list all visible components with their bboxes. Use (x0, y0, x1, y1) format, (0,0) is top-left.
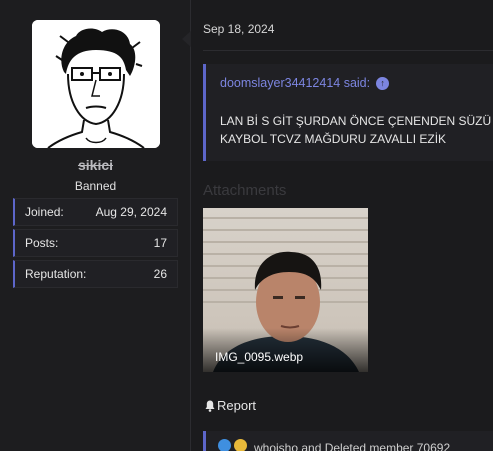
quote-line: KAYBOL TCVZ MAĞDURU ZAVALLI EZİK (220, 132, 447, 146)
post-content: Sep 18, 2024 doomslayer34412414 said: ↑ … (191, 0, 493, 451)
quote-author[interactable]: doomslayer34412414 said: (220, 76, 370, 90)
reactions-bar: whoisho and Deleted member 70692 (203, 431, 493, 451)
stat-label: Posts: (25, 236, 59, 250)
like-reaction-icon (218, 439, 231, 451)
stat-label: Reputation: (25, 267, 87, 281)
user-title: Banned (74, 179, 117, 193)
attachment-thumbnail[interactable]: IMG_0095.webp (203, 208, 368, 372)
stat-label: Joined: (25, 205, 64, 219)
post-header-divider (203, 50, 493, 51)
report-label[interactable]: Report (217, 398, 256, 413)
stat-value: 26 (153, 267, 167, 281)
attachment-filename[interactable]: IMG_0095.webp (215, 350, 303, 364)
stat-reputation: Reputation: 26 (13, 260, 178, 288)
report-link[interactable]: Report (205, 398, 256, 413)
photo-image (203, 208, 368, 372)
stat-value: 17 (153, 236, 167, 250)
quote-header[interactable]: doomslayer34412414 said: ↑ (220, 76, 390, 90)
avatar[interactable] (32, 20, 160, 148)
stat-posts: Posts: 17 (13, 229, 178, 257)
reaction-icons[interactable] (218, 439, 247, 451)
quote-text: LAN Bİ S GİT ŞURDAN ÖNCE ÇENENDEN SÜZÜL … (220, 112, 492, 148)
post-date[interactable]: Sep 18, 2024 (203, 22, 274, 36)
stat-value: Aug 29, 2024 (95, 205, 167, 219)
user-sidebar: sikici Banned Joined: Aug 29, 2024 Posts… (0, 0, 191, 451)
arrow-up-icon[interactable]: ↑ (376, 76, 390, 90)
bell-icon (205, 400, 215, 412)
reaction-users[interactable]: whoisho and Deleted member 70692 (254, 441, 450, 451)
quote-line: LAN Bİ S GİT ŞURDAN ÖNCE ÇENENDEN SÜZÜL (220, 114, 492, 128)
attachments-heading: Attachments (203, 182, 287, 199)
quote-block: doomslayer34412414 said: ↑ LAN Bİ S GİT … (203, 64, 493, 161)
wow-reaction-icon (234, 439, 247, 451)
username[interactable]: sikici (0, 157, 191, 173)
stat-joined: Joined: Aug 29, 2024 (13, 198, 178, 226)
avatar-drawing (32, 20, 160, 148)
